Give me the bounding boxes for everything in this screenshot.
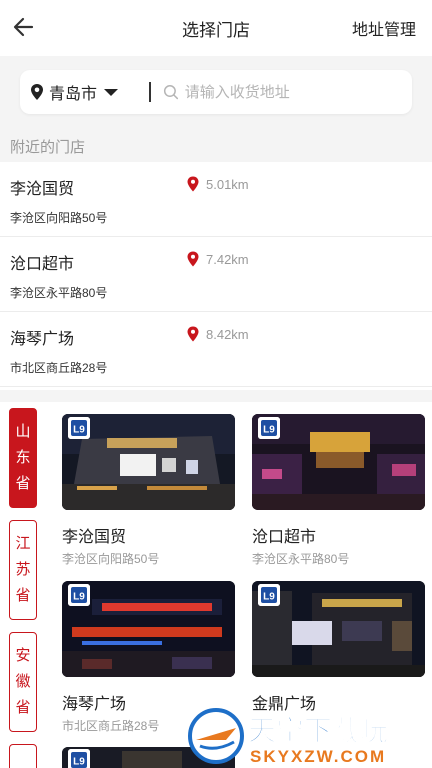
province-tab-partial[interactable] [9, 744, 37, 768]
search-section: 青岛市 [0, 56, 432, 132]
store-name: 李沧国贸 [10, 181, 75, 198]
province-label-char: 省 [15, 587, 31, 604]
caret-down-icon [104, 88, 119, 96]
brand-logo-icon: L9 [68, 584, 90, 606]
store-address: 李沧区永平路80号 [10, 286, 108, 300]
province-label-char: 苏 [15, 561, 31, 578]
address-management-link[interactable]: 地址管理 [352, 16, 416, 40]
province-label-char: 省 [15, 699, 31, 716]
store-photo: L9 [62, 581, 235, 677]
store-card-name: 李沧国贸 [62, 529, 127, 546]
address-search-input[interactable] [184, 83, 402, 101]
store-distance: 8.42km [186, 326, 249, 342]
svg-text:L9: L9 [263, 425, 275, 436]
store-card-address: 市北区商丘路28号 [62, 719, 160, 733]
nearby-store-list: 李沧国贸 5.01km 李沧区向阳路50号 沧口超市 7.42km 李沧区永平路… [0, 162, 432, 387]
top-nav-bar: 选择门店 地址管理 [0, 0, 432, 56]
store-address: 市北区商丘路28号 [10, 361, 108, 375]
red-location-pin-icon [187, 176, 199, 192]
brand-logo-icon: L9 [68, 417, 90, 439]
store-card-name: 沧口超市 [252, 529, 317, 546]
red-location-pin-icon [187, 326, 199, 342]
store-card-address: 李沧区向阳路50号 [62, 552, 160, 566]
site-watermark: 天空下载玩 SKYXZW.COM [186, 706, 432, 768]
province-tab-jiangsu[interactable]: 江苏省 [9, 520, 37, 620]
store-card[interactable]: L9 李沧国贸 李沧区向阳路50号 [62, 414, 235, 566]
red-location-pin-icon [187, 251, 199, 267]
svg-text:L9: L9 [73, 425, 85, 436]
province-label-char: 江 [15, 535, 31, 552]
province-tabs: 山东省 江苏省 安徽省 [9, 408, 39, 768]
city-name: 青岛市 [49, 86, 98, 103]
nearby-store-row[interactable]: 海琴广场 8.42km 市北区商丘路28号 [0, 312, 432, 387]
store-card[interactable]: L9 海琴广场 市北区商丘路28号 [62, 581, 235, 733]
location-pin-icon [31, 84, 43, 100]
search-icon [163, 85, 179, 100]
store-card-address: 李沧区永平路80号 [252, 552, 350, 566]
section-gap [0, 390, 432, 402]
brand-logo-icon: L9 [68, 749, 90, 768]
store-card-name: 海琴广场 [62, 696, 127, 713]
province-label-char: 徽 [15, 673, 31, 690]
svg-text:L9: L9 [73, 592, 85, 603]
watermark-main-text: 天空下载玩 [248, 714, 388, 746]
brand-logo-icon: L9 [258, 417, 280, 439]
province-tab-shandong[interactable]: 山东省 [9, 408, 37, 508]
store-name: 沧口超市 [10, 256, 75, 273]
svg-text:L9: L9 [263, 592, 275, 603]
store-photo: L9 [252, 414, 425, 510]
province-label-char: 省 [15, 475, 31, 492]
store-name: 海琴广场 [10, 331, 75, 348]
brand-logo-icon: L9 [258, 584, 280, 606]
watermark-sub-text: SKYXZW.COM [250, 747, 386, 766]
province-label-char: 东 [15, 449, 31, 466]
store-card[interactable]: L9 金鼎广场 [252, 581, 425, 713]
distance-value: 5.01km [206, 176, 249, 192]
nearby-stores-header: 附近的门店 [0, 132, 432, 162]
search-box: 青岛市 [20, 70, 412, 114]
store-photo: L9 [252, 581, 425, 677]
province-label-char: 安 [15, 647, 31, 664]
search-divider [149, 82, 151, 102]
store-card[interactable]: L9 沧口超市 李沧区永平路80号 [252, 414, 425, 566]
store-address: 李沧区向阳路50号 [10, 211, 108, 225]
store-distance: 7.42km [186, 251, 249, 267]
store-photo: L9 [62, 414, 235, 510]
search-field [163, 70, 402, 114]
distance-value: 7.42km [206, 251, 249, 267]
nearby-store-row[interactable]: 沧口超市 7.42km 李沧区永平路80号 [0, 237, 432, 312]
nearby-store-row[interactable]: 李沧国贸 5.01km 李沧区向阳路50号 [0, 162, 432, 237]
province-label-char: 山 [15, 423, 31, 440]
distance-value: 8.42km [206, 326, 249, 342]
nearby-stores-title: 附近的门店 [10, 139, 86, 156]
svg-text:L9: L9 [73, 757, 85, 768]
province-tab-anhui[interactable]: 安徽省 [9, 632, 37, 732]
store-distance: 5.01km [186, 176, 249, 192]
city-selector[interactable]: 青岛市 [30, 70, 119, 114]
